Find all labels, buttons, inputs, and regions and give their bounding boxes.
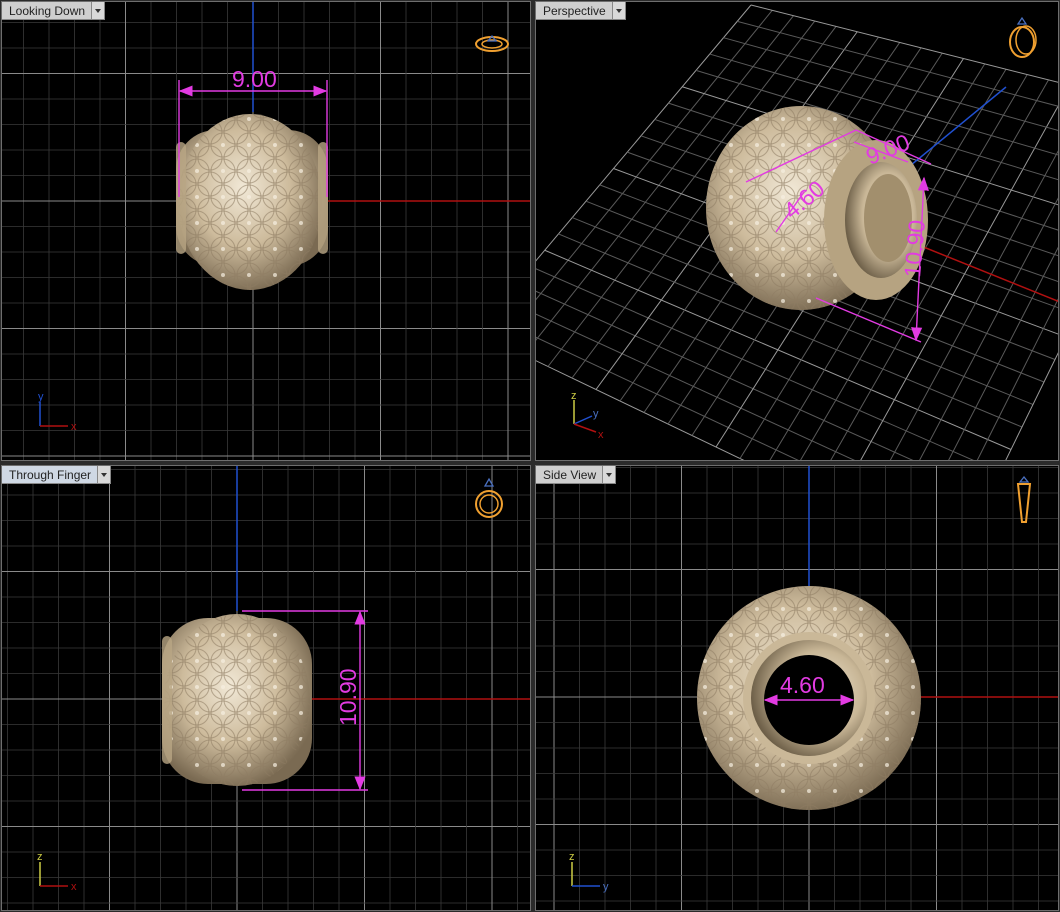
viewport-title: Looking Down: [2, 2, 93, 20]
viewport-title: Side View: [536, 466, 604, 484]
viewport-scene: 4.60: [536, 466, 1058, 910]
dimension-label: 4.60: [780, 672, 825, 698]
x-axis-line: [920, 245, 1058, 303]
axis-triad-icon: z y x: [571, 390, 604, 441]
ring-top-icon: [475, 34, 509, 52]
viewport-tab-perspective[interactable]: Perspective: [536, 2, 626, 20]
viewport-menu-dropdown[interactable]: [92, 2, 106, 20]
viewport-perspective[interactable]: Perspective 10.90 9.00 4.60 z y x: [535, 1, 1059, 461]
axis-triad-icon: z y: [569, 851, 609, 893]
axis-z-label: z: [37, 851, 43, 863]
ring-side-icon: [1016, 476, 1032, 523]
charm-model: [176, 114, 328, 290]
axis-z-label: z: [569, 851, 575, 863]
charm-model: [162, 614, 312, 786]
viewport-looking-down[interactable]: Looking Down 9.00 y x: [1, 1, 531, 461]
viewport-title: Perspective: [536, 2, 613, 20]
dimension-label: 9.00: [232, 66, 277, 92]
viewport-through-finger[interactable]: Through Finger 10.90 z x: [1, 465, 531, 911]
viewport-tab-looking-down[interactable]: Looking Down: [2, 2, 106, 20]
axis-x-label: x: [71, 881, 77, 893]
axis-triad-icon: y x: [38, 391, 77, 433]
viewport-menu-dropdown[interactable]: [603, 466, 617, 484]
dimension-label: 10.90: [335, 668, 361, 726]
ring-perspective-icon: [1009, 16, 1037, 58]
axis-x-label: x: [598, 429, 604, 441]
axis-y-label: y: [603, 881, 609, 893]
axis-y-label: y: [38, 391, 44, 403]
viewport-scene: 10.90: [2, 466, 530, 910]
axis-triad-icon: z x: [37, 851, 77, 893]
axis-z-label: z: [571, 390, 577, 402]
ring-front-icon: [475, 477, 503, 518]
viewport-tab-side-view[interactable]: Side View: [536, 466, 617, 484]
viewport-side-view[interactable]: Side View 4.60 z y: [535, 465, 1059, 911]
axis-x-label: x: [71, 421, 77, 433]
viewport-menu-dropdown[interactable]: [98, 466, 112, 484]
viewport-tab-through-finger[interactable]: Through Finger: [2, 466, 112, 484]
viewport-menu-dropdown[interactable]: [612, 2, 626, 20]
charm-model: [697, 586, 921, 810]
axis-y-label: y: [593, 408, 599, 420]
dimension-label-height: 10.90: [899, 219, 930, 279]
viewport-title: Through Finger: [2, 466, 99, 484]
